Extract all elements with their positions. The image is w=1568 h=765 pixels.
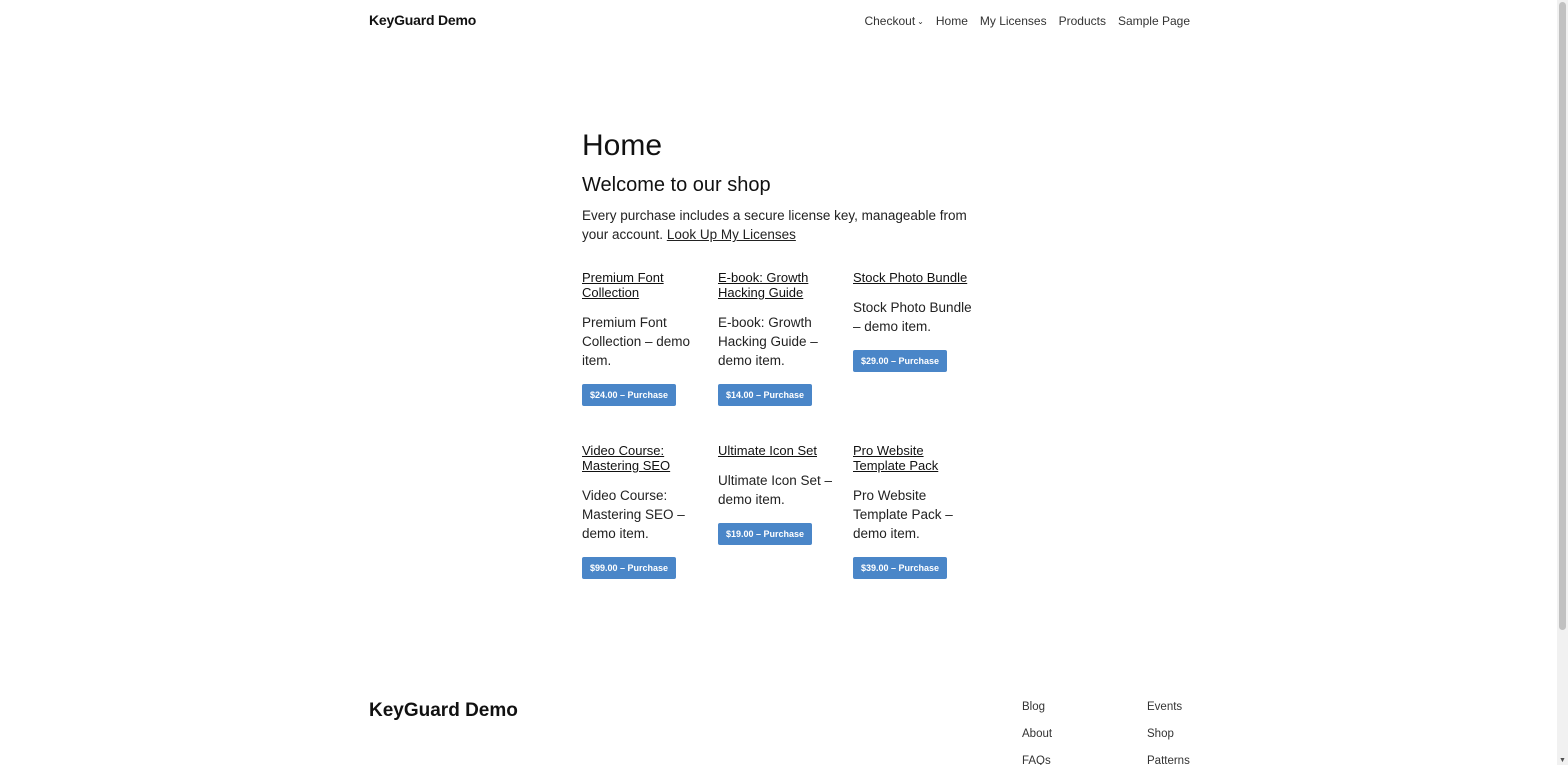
page: KeyGuard Demo Checkout ⌄ Home My Licenses… (0, 0, 1568, 765)
footer-link-events[interactable]: Events (1147, 701, 1190, 728)
purchase-button[interactable]: $24.00 – Purchase (582, 384, 677, 406)
nav-item-products[interactable]: Products (1059, 14, 1106, 28)
intro-paragraph: Every purchase includes a secure license… (582, 206, 977, 244)
nav-item-my-licenses[interactable]: My Licenses (980, 14, 1047, 28)
welcome-heading: Welcome to our shop (582, 174, 771, 196)
product-description: E-book: Growth Hacking Guide – demo item… (718, 315, 818, 368)
product-card: E-book: Growth Hacking Guide E-book: Gro… (718, 270, 840, 406)
nav-item-checkout-label: Checkout (864, 14, 916, 28)
footer-site-title[interactable]: KeyGuard Demo (369, 700, 518, 722)
product-card: Premium Font Collection Premium Font Col… (582, 270, 704, 406)
product-card: Stock Photo Bundle Stock Photo Bundle – … (853, 270, 975, 372)
page-title: Home (582, 129, 663, 162)
product-title-link[interactable]: E-book: Growth Hacking Guide (718, 270, 840, 300)
purchase-button[interactable]: $19.00 – Purchase (718, 523, 813, 545)
footer-nav-col-1: Blog About FAQs (1022, 701, 1052, 765)
purchase-button[interactable]: $39.00 – Purchase (853, 557, 948, 579)
product-card: Video Course: Mastering SEO Video Course… (582, 443, 704, 579)
product-title-link[interactable]: Stock Photo Bundle (853, 270, 975, 285)
nav-item-sample-page[interactable]: Sample Page (1118, 14, 1190, 28)
footer-nav-col-2: Events Shop Patterns (1147, 701, 1190, 765)
product-title-link[interactable]: Ultimate Icon Set (718, 443, 840, 458)
site-title[interactable]: KeyGuard Demo (369, 12, 476, 28)
look-up-licenses-link[interactable]: Look Up My Licenses (667, 227, 796, 242)
scroll-down-arrow-icon[interactable]: ▼ (1559, 757, 1566, 764)
product-description: Pro Website Template Pack – demo item. (853, 488, 953, 541)
footer-link-blog[interactable]: Blog (1022, 701, 1052, 728)
footer-link-about[interactable]: About (1022, 728, 1052, 755)
purchase-button[interactable]: $29.00 – Purchase (853, 350, 948, 372)
chevron-down-icon[interactable]: ⌄ (917, 17, 924, 26)
vertical-scrollbar[interactable]: ▼ (1557, 0, 1568, 765)
product-description: Stock Photo Bundle – demo item. (853, 300, 972, 334)
nav-item-checkout[interactable]: Checkout ⌄ (864, 14, 923, 28)
product-description: Premium Font Collection – demo item. (582, 315, 691, 368)
nav-item-home[interactable]: Home (936, 14, 968, 28)
purchase-button[interactable]: $14.00 – Purchase (718, 384, 813, 406)
footer-link-faqs[interactable]: FAQs (1022, 755, 1052, 765)
primary-nav: Checkout ⌄ Home My Licenses Products Samp… (864, 14, 1190, 28)
scrollbar-thumb[interactable] (1559, 2, 1566, 630)
site-header: KeyGuard Demo Checkout ⌄ Home My Licenses… (369, 0, 1190, 44)
main-content: Home Welcome to our shop Every purchase … (582, 128, 982, 244)
purchase-button[interactable]: $99.00 – Purchase (582, 557, 677, 579)
product-card: Ultimate Icon Set Ultimate Icon Set – de… (718, 443, 840, 545)
product-card: Pro Website Template Pack Pro Website Te… (853, 443, 975, 579)
product-description: Video Course: Mastering SEO – demo item. (582, 488, 685, 541)
product-description: Ultimate Icon Set – demo item. (718, 473, 833, 507)
product-title-link[interactable]: Premium Font Collection (582, 270, 704, 300)
footer-link-shop[interactable]: Shop (1147, 728, 1190, 755)
footer-link-patterns[interactable]: Patterns (1147, 755, 1190, 765)
product-title-link[interactable]: Video Course: Mastering SEO (582, 443, 704, 473)
product-title-link[interactable]: Pro Website Template Pack (853, 443, 975, 473)
